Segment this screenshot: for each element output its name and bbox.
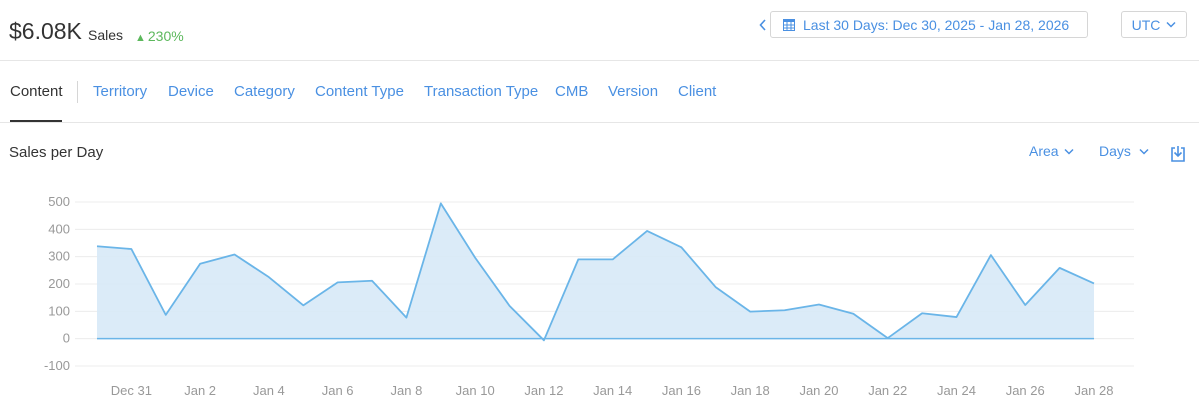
data-point-jan-7 xyxy=(370,279,374,283)
x-tick-label: Jan 8 xyxy=(391,383,423,398)
previous-period-button[interactable] xyxy=(756,15,770,35)
data-point-jan-3 xyxy=(233,252,237,256)
x-tick-label: Jan 14 xyxy=(593,383,632,398)
data-point-jan-1 xyxy=(164,313,168,317)
interval-dropdown[interactable]: Days xyxy=(1099,143,1149,159)
data-point-jan-4 xyxy=(267,275,271,279)
data-point-jan-22 xyxy=(886,336,890,340)
data-point-jan-13 xyxy=(576,257,580,261)
chevron-left-icon xyxy=(759,19,766,31)
sales-label: Sales xyxy=(88,27,124,43)
timezone-dropdown[interactable]: UTC xyxy=(1121,11,1187,38)
tab-client[interactable]: Client xyxy=(678,83,716,100)
y-tick-label: -100 xyxy=(44,358,70,373)
x-tick-label: Jan 2 xyxy=(184,383,216,398)
tab-category[interactable]: Category xyxy=(234,83,295,100)
sales-change-value: 230% xyxy=(147,28,184,44)
tab-content[interactable]: Content xyxy=(10,83,63,100)
tab-cmb[interactable]: CMB xyxy=(555,83,588,100)
chart-type-dropdown[interactable]: Area xyxy=(1029,143,1074,159)
x-tick-label: Jan 10 xyxy=(456,383,495,398)
download-icon[interactable] xyxy=(1170,145,1186,163)
data-point-jan-14 xyxy=(611,257,615,261)
data-point-jan-26 xyxy=(1023,303,1027,307)
y-tick-label: 0 xyxy=(63,331,70,346)
x-tick-label: Jan 24 xyxy=(937,383,976,398)
x-tick-label: Jan 12 xyxy=(524,383,563,398)
chevron-down-icon xyxy=(1064,148,1074,155)
date-range-selector[interactable]: Last 30 Days: Dec 30, 2025 - Jan 28, 202… xyxy=(770,11,1088,38)
tab-bar: Content Territory Device Category Conten… xyxy=(0,60,1199,123)
y-tick-label: 200 xyxy=(48,276,70,291)
data-point-jan-11 xyxy=(508,304,512,308)
calendar-icon xyxy=(783,18,795,31)
timezone-label: UTC xyxy=(1131,16,1161,33)
x-tick-label: Jan 6 xyxy=(322,383,354,398)
y-tick-label: 100 xyxy=(48,303,70,318)
tab-transaction-type[interactable]: Transaction Type xyxy=(424,83,538,100)
tab-content-type[interactable]: Content Type xyxy=(315,83,404,100)
chevron-down-icon xyxy=(1166,21,1176,28)
interval-label: Days xyxy=(1099,143,1131,159)
sales-area-chart: 500 400 300 200 100 0 -100 Dec 31 Jan 2 Jan 4 Jan… xyxy=(44,194,1134,398)
x-tick-label: Jan 18 xyxy=(731,383,770,398)
arrow-up-icon: ▲ xyxy=(135,32,146,44)
tab-territory[interactable]: Territory xyxy=(93,83,147,100)
data-point-jan-10 xyxy=(473,256,477,260)
chart-title: Sales per Day xyxy=(9,144,104,161)
data-point-jan-12 xyxy=(542,338,546,342)
data-point-jan-28 xyxy=(1092,281,1096,285)
data-point-jan-9 xyxy=(439,201,443,205)
active-tab-indicator xyxy=(10,120,62,122)
data-point-jan-5 xyxy=(301,303,305,307)
data-point-jan-6 xyxy=(336,280,340,284)
y-tick-label: 400 xyxy=(48,221,70,236)
data-point-jan-17 xyxy=(714,285,718,289)
data-point-jan-23 xyxy=(920,311,924,315)
tab-version[interactable]: Version xyxy=(608,83,658,100)
data-point-jan-27 xyxy=(1058,266,1062,270)
data-point-jan-2 xyxy=(198,262,202,266)
data-point-jan-25 xyxy=(989,253,993,257)
data-point-jan-16 xyxy=(679,245,683,249)
data-point-jan-21 xyxy=(851,312,855,316)
data-point-dec-30 xyxy=(95,244,99,248)
y-tick-label: 300 xyxy=(48,249,70,264)
data-point-jan-20 xyxy=(817,303,821,307)
data-point-dec-31 xyxy=(129,247,133,251)
x-tick-label: Jan 28 xyxy=(1074,383,1113,398)
series-area-fill xyxy=(97,203,1094,341)
tab-device[interactable]: Device xyxy=(168,83,214,100)
x-tick-label: Jan 22 xyxy=(868,383,907,398)
sales-change-badge: ▲ 230% xyxy=(135,28,184,44)
x-tick-label: Dec 31 xyxy=(111,383,152,398)
tab-divider xyxy=(77,81,78,103)
x-tick-label: Jan 16 xyxy=(662,383,701,398)
x-tick-label: Jan 20 xyxy=(799,383,838,398)
x-tick-label: Jan 26 xyxy=(1006,383,1045,398)
data-point-jan-8 xyxy=(404,316,408,320)
data-point-jan-15 xyxy=(645,229,649,233)
data-point-jan-24 xyxy=(954,315,958,319)
data-point-jan-18 xyxy=(748,310,752,314)
x-tick-label: Jan 4 xyxy=(253,383,285,398)
sales-total: $6.08K xyxy=(9,18,82,44)
data-point-jan-19 xyxy=(783,308,787,312)
date-range-label: Last 30 Days: Dec 30, 2025 - Jan 28, 202… xyxy=(803,16,1070,33)
chart-type-label: Area xyxy=(1029,143,1059,159)
chevron-down-icon xyxy=(1139,148,1149,155)
summary-header: $6.08K Sales ▲ 230% Last 30 Days: Dec 30,… xyxy=(0,0,1199,61)
y-tick-label: 500 xyxy=(48,194,70,209)
